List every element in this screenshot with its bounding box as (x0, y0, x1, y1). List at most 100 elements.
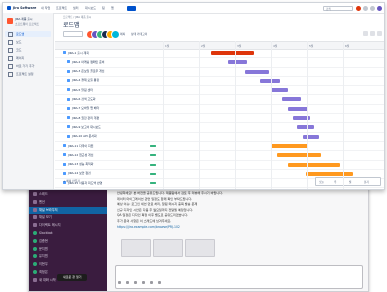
nav-projects[interactable]: 프로젝트 (56, 6, 67, 10)
more-icon[interactable] (377, 31, 382, 36)
bold-icon[interactable] (118, 281, 121, 284)
timeline-bar[interactable] (288, 106, 308, 111)
share-icon[interactable] (363, 31, 368, 36)
sidebar-item[interactable]: 로드맵 (5, 31, 51, 37)
help-icon[interactable] (363, 5, 368, 11)
epic-row[interactable]: JIRA-5 알림 센터 (55, 86, 384, 96)
zoom-option[interactable]: 주 (334, 180, 336, 184)
timeline-bar[interactable] (281, 97, 302, 102)
epic-label[interactable]: JIRA-2 마케팅 캠페인 준비 (67, 60, 157, 64)
nav-apps[interactable]: 앱 (111, 6, 114, 10)
message-line[interactable]: https://jira.example.com/browse/PRJ-102 (117, 225, 362, 231)
timeline-bar[interactable] (296, 125, 315, 130)
epic-label[interactable]: JIRA-5 알림 센터 (67, 88, 157, 92)
chat-sidebar-item[interactable]: 최정은 (33, 269, 48, 276)
breadcrumb[interactable]: 프로젝트 / JIRA 제품 출시 (63, 15, 91, 19)
attachment-thumbnail[interactable] (185, 239, 215, 257)
settings-icon[interactable] (370, 5, 375, 11)
chat-sidebar-item[interactable]: 채널 브라우저 (29, 206, 107, 214)
epic-row[interactable]: JIRA-1 출시 계획 (55, 49, 384, 59)
chat-sidebar-item[interactable]: Slackbot (33, 230, 53, 237)
profile-avatar[interactable] (377, 5, 382, 11)
chat-sidebar-item[interactable]: 멘션 (33, 199, 45, 206)
timeline-bar[interactable] (227, 60, 248, 65)
tooltip: 새로운 창 열기 (57, 274, 87, 281)
epic-label[interactable]: JIRA-9 보고서 대시보드 (67, 125, 157, 129)
chat-sidebar-item[interactable]: 유지원 (33, 253, 48, 260)
nav-filters[interactable]: 필터 (73, 6, 79, 10)
epic-label[interactable]: JIRA-3 온보딩 플로우 개선 (67, 69, 157, 73)
timeline-bar[interactable] (305, 171, 354, 176)
chat-sidebar-item[interactable]: 새 대화 시작 (33, 277, 56, 284)
app-title[interactable]: Jira Software (13, 6, 36, 10)
epic-row[interactable]: JIRA-11 다국어 지원 (55, 142, 384, 152)
timeline-bar[interactable] (271, 143, 308, 148)
message-composer[interactable] (115, 265, 363, 289)
nav-dashboards[interactable]: 대시보드 (85, 6, 96, 10)
timeline-bar[interactable] (271, 88, 289, 93)
notification-icon[interactable] (356, 5, 361, 11)
create-button[interactable] (127, 5, 136, 11)
epic-row[interactable]: JIRA-10 API 문서화 (55, 133, 384, 142)
avatar[interactable] (111, 30, 120, 39)
sidebar-item[interactable]: 프로젝트 설정 (5, 71, 51, 77)
epic-row[interactable]: JIRA-4 결제 모듈 통합 (55, 77, 384, 87)
epic-label[interactable]: JIRA-12 접근성 개선 (63, 153, 153, 157)
epic-label[interactable]: JIRA-14 보안 점검 (63, 171, 153, 175)
timeline-bar[interactable] (260, 78, 280, 83)
timeline-bar[interactable] (288, 162, 341, 167)
epic-row[interactable]: JIRA-8 권한 관리 개편 (55, 114, 384, 124)
timeline-bar[interactable] (303, 134, 319, 139)
attachment-thumbnail[interactable] (153, 239, 183, 257)
chat-sidebar-item[interactable]: 스레드 (33, 191, 48, 198)
epic-label[interactable]: JIRA-4 결제 모듈 통합 (67, 78, 157, 82)
chat-sidebar-item[interactable]: 이현우 (33, 261, 48, 268)
timeline-bar[interactable] (210, 51, 254, 55)
chat-sidebar-item[interactable]: 김종현 (33, 238, 48, 245)
epic-label[interactable]: JIRA-8 권한 관리 개편 (67, 116, 157, 120)
epic-row[interactable]: JIRA-7 모바일 앱 베타 (55, 105, 384, 115)
epic-label[interactable]: JIRA-1 출시 계획 (63, 51, 153, 55)
epic-label[interactable]: JIRA-11 다국어 지원 (63, 144, 153, 148)
zoom-control[interactable]: 오늘 주 월 분기 (315, 177, 381, 186)
zoom-option[interactable]: 월 (349, 180, 351, 184)
nav-teams[interactable]: 팀 (102, 6, 105, 10)
create-epic-link[interactable]: + 에픽 만들기 (63, 179, 143, 183)
chat-sidebar-item[interactable]: 문지원 (33, 246, 48, 253)
list-icon[interactable] (141, 281, 145, 284)
search-input[interactable] (63, 30, 83, 37)
chat-sidebar-item[interactable]: 다이렉트 메시지 (33, 222, 61, 229)
nav-my-work[interactable]: 내 작업 (41, 6, 50, 10)
timeline-bar[interactable] (277, 153, 321, 158)
zoom-option[interactable]: 분기 (364, 180, 369, 184)
epic-row[interactable]: JIRA-9 보고서 대시보드 (55, 123, 384, 133)
attach-icon[interactable] (149, 281, 153, 284)
zoom-option[interactable]: 오늘 (319, 180, 324, 184)
sidebar-item[interactable]: 코드 (5, 47, 51, 53)
sidebar-item[interactable]: 바로 가기 추가 (5, 63, 51, 69)
epic-filter[interactable]: 에픽 (120, 32, 125, 36)
epic-row[interactable]: JIRA-16 출시 후 모니터링 (55, 188, 384, 189)
sidebar-item[interactable]: 페이지 (5, 55, 51, 61)
sidebar-item[interactable]: 보드 (5, 39, 51, 45)
export-icon[interactable] (370, 31, 375, 36)
epic-label[interactable]: JIRA-10 API 문서화 (67, 134, 157, 138)
attachment-thumbnail[interactable] (121, 239, 151, 257)
italic-icon[interactable] (125, 281, 129, 284)
link-icon[interactable] (133, 281, 137, 284)
status-category-filter[interactable]: 상태 카테고리 (131, 32, 147, 36)
epic-row[interactable]: JIRA-13 성능 최적화 (55, 161, 384, 170)
chat-sidebar-item[interactable]: 채널 보기 (33, 214, 52, 221)
epic-row[interactable]: JIRA-6 검색 고도화 (55, 95, 384, 105)
presence-icon (33, 246, 37, 251)
epic-label[interactable]: JIRA-6 검색 고도화 (67, 97, 157, 101)
timeline-bar[interactable] (245, 69, 269, 74)
epic-row[interactable]: JIRA-12 접근성 개선 (55, 151, 384, 161)
global-search-input[interactable]: 검색 (323, 5, 353, 11)
jira-logo-icon[interactable] (7, 6, 11, 10)
epic-label[interactable]: JIRA-13 성능 최적화 (63, 162, 153, 166)
emoji-icon[interactable] (157, 281, 161, 284)
epic-row[interactable]: JIRA-3 온보딩 플로우 개선 (55, 68, 384, 77)
epic-label[interactable]: JIRA-7 모바일 앱 베타 (67, 106, 157, 110)
epic-row[interactable]: JIRA-2 마케팅 캠페인 준비 (55, 58, 384, 68)
